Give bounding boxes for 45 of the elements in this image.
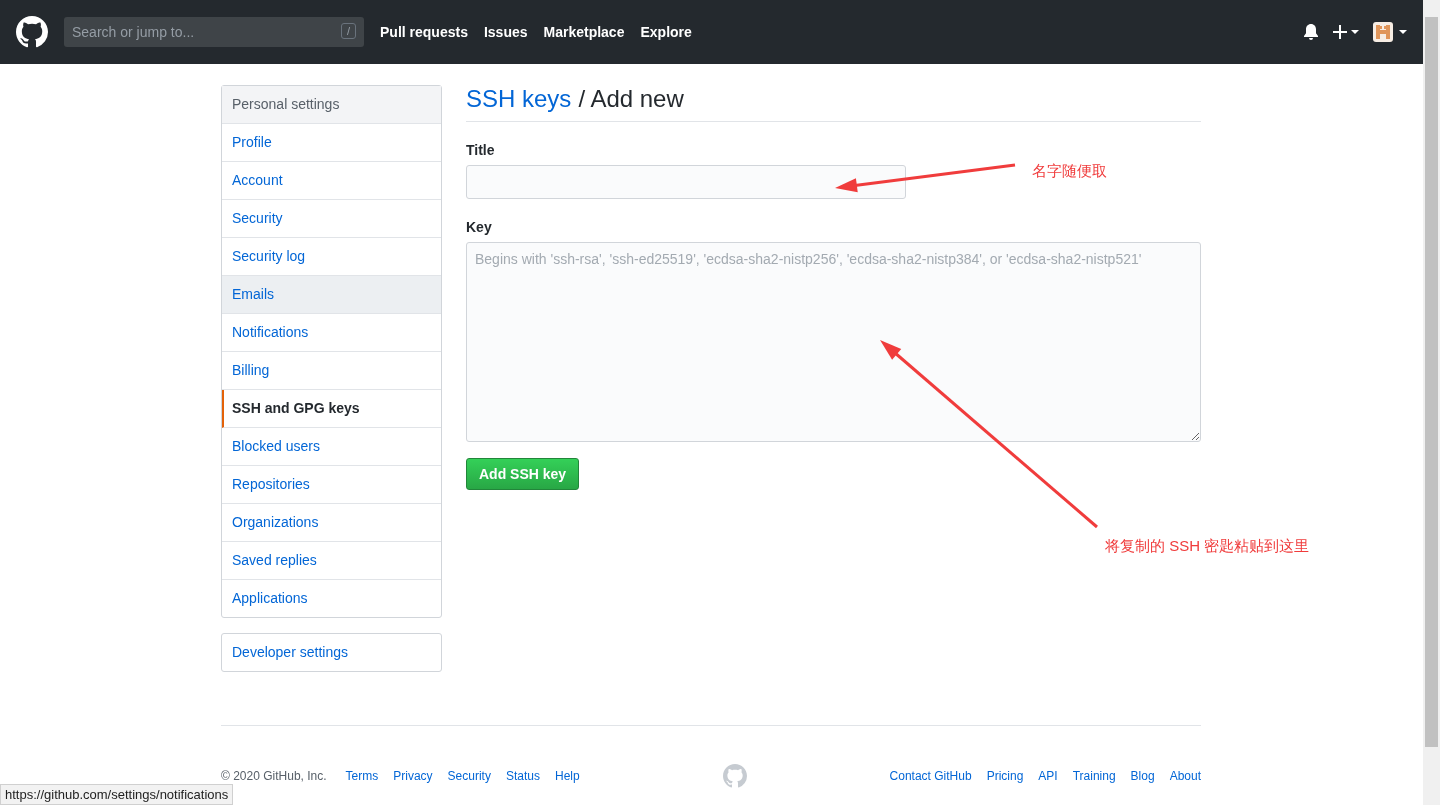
nav-link[interactable]: Issues xyxy=(483,24,528,40)
footer-link[interactable]: Blog xyxy=(1130,769,1155,783)
footer-link[interactable]: Terms xyxy=(345,769,379,783)
field-label: Title xyxy=(466,142,495,158)
sidebar-item[interactable]: Notifications xyxy=(222,314,441,352)
footer-link[interactable]: Contact GitHub xyxy=(889,769,972,783)
bell-icon[interactable] xyxy=(1303,23,1319,41)
footer-link[interactable]: Training xyxy=(1072,769,1116,783)
annotation-text: 名字随便取 xyxy=(1032,162,1107,181)
footer-link[interactable]: Security xyxy=(447,769,491,783)
scrollbar[interactable] xyxy=(1423,0,1440,805)
sidebar-item[interactable]: Applications xyxy=(222,580,441,617)
annotation-text: 将复制的 SSH 密匙粘贴到这里 xyxy=(1105,537,1310,556)
footer-link[interactable]: About xyxy=(1169,769,1201,783)
sidebar-item[interactable]: Saved replies xyxy=(222,542,441,580)
sidebar-item[interactable]: Repositories xyxy=(222,466,441,504)
sidebar-item[interactable]: SSH and GPG keys xyxy=(222,390,441,428)
footer-link[interactable]: API xyxy=(1038,769,1058,783)
plus-dropdown-icon[interactable] xyxy=(1333,25,1359,39)
sidebar-item[interactable]: Developer settings xyxy=(222,634,441,671)
sidebar-item[interactable]: Profile xyxy=(222,124,441,162)
breadcrumb-link[interactable]: SSH keys xyxy=(466,85,572,113)
sidebar-item[interactable]: Account xyxy=(222,162,441,200)
footer-link[interactable]: Status xyxy=(505,769,540,783)
nav-link[interactable]: Explore xyxy=(640,24,692,40)
page-title: / Add new xyxy=(578,85,684,113)
sidebar-item[interactable]: Emails xyxy=(222,276,441,314)
sidebar-item[interactable]: Billing xyxy=(222,352,441,390)
footer-link[interactable]: Pricing xyxy=(986,769,1024,783)
field-label: Key xyxy=(466,219,492,235)
sidebar-item[interactable]: Blocked users xyxy=(222,428,441,466)
key-input-field[interactable]: Begins with 'ssh-rsa', 'ssh-ed25519', 'ecdsa-sha2-nistp256', 'ecdsa-sha2-nistp384', or 'ecdsa-sha2-nistp521' xyxy=(466,242,1201,442)
copyright-text: © 2020 GitHub, Inc. xyxy=(221,769,327,783)
status-url: https://github.com/settings/notifications xyxy=(0,784,234,805)
nav-link[interactable]: Pull requests xyxy=(380,24,468,40)
octocat-logo-icon[interactable] xyxy=(16,16,48,48)
footer-link[interactable]: Help xyxy=(554,769,580,783)
footer-link[interactable]: Privacy xyxy=(393,769,433,783)
avatar-dropdown-icon[interactable] xyxy=(1373,22,1407,42)
menu-heading: Personal settings xyxy=(222,86,441,124)
shortcut-key: / xyxy=(340,23,356,39)
sidebar-item[interactable]: Security xyxy=(222,200,441,238)
nav-link[interactable]: Marketplace xyxy=(543,24,625,40)
sidebar-item[interactable]: Organizations xyxy=(222,504,441,542)
title-input-field[interactable] xyxy=(466,165,906,199)
